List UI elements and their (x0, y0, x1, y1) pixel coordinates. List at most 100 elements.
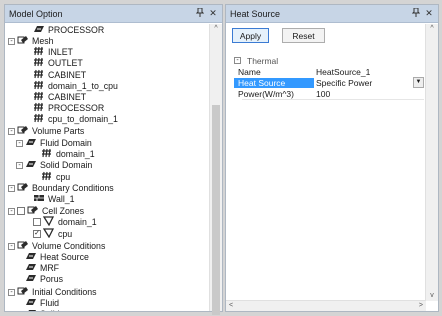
scrollbar-thumb[interactable] (212, 105, 220, 315)
scroll-down-icon[interactable]: v (426, 291, 438, 301)
part-icon (25, 137, 37, 149)
scroll-left-icon[interactable]: < (229, 301, 233, 311)
tree-node[interactable]: domain_1 (33, 216, 97, 228)
tree-node-label: Cell Zones (42, 206, 85, 216)
tree-node-label: Solid Domain (40, 160, 93, 170)
heat-source-titlebar: Heat Source ✕ (226, 5, 438, 23)
panel-title: Model Option (9, 8, 63, 19)
tree-vertical-scrollbar[interactable]: ^ (209, 24, 222, 315)
tree-node-label: PROCESSOR (48, 25, 105, 35)
tree-node[interactable]: ✓ cpu (33, 228, 72, 240)
tree-node-label: cpu_to_domain_1 (48, 114, 118, 124)
tree-node-label: domain_1 (56, 149, 95, 159)
app-root: Model Option ✕ PROCESSOR - Mesh INLET OUTLET… (0, 0, 442, 316)
checkbox-checked-icon[interactable]: ✓ (33, 230, 41, 238)
property-grid-divider (242, 99, 424, 100)
property-value-text: HeatSource_1 (316, 66, 371, 77)
tree-node-label: CABINET (48, 92, 87, 102)
tree-node[interactable]: Porus (25, 273, 63, 285)
tree-node[interactable]: cpu_to_domain_1 (33, 113, 118, 125)
property-key: Power(W/m^3) (238, 88, 294, 99)
zone-icon (42, 228, 55, 240)
tree-node-label: Fluid (40, 298, 60, 308)
property-key: Name (238, 66, 261, 77)
property-row[interactable]: Name HeatSource_1 (234, 66, 424, 77)
tree-node-label: Solid (40, 309, 60, 311)
model-option-panel: Model Option ✕ PROCESSOR - Mesh INLET OUTLET… (4, 4, 223, 315)
mesh-icon (33, 57, 45, 69)
property-row[interactable]: Power(W/m^3) 100 (234, 88, 424, 99)
part-icon (25, 308, 37, 311)
property-rows: Name HeatSource_1 Heat Source Specific Powe… (234, 66, 424, 99)
tree-node-label: INLET (48, 47, 73, 57)
tree-collapse-icon[interactable]: - (8, 127, 15, 135)
model-tree: PROCESSOR - Mesh INLET OUTLET CABINET domain_1… (5, 24, 210, 311)
dropdown-arrow-icon[interactable]: ▼ (413, 77, 424, 88)
tree-node[interactable]: - Volume Parts (8, 125, 84, 137)
folder-icon (17, 182, 29, 194)
tree-collapse-icon[interactable]: - (8, 242, 15, 250)
tree-node-label: CABINET (48, 70, 87, 80)
tree-node-label: domain_1 (58, 217, 97, 227)
tree-node-label: Boundary Conditions (32, 183, 114, 193)
property-key: Heat Source (234, 77, 314, 88)
tree-node[interactable]: - Solid Domain (16, 159, 92, 171)
model-option-titlebar: Model Option ✕ (5, 5, 222, 23)
property-value[interactable]: 100 (314, 89, 424, 99)
tree-collapse-icon[interactable]: - (8, 37, 15, 45)
tree-node[interactable]: OUTLET (33, 57, 83, 69)
part-icon (25, 273, 37, 285)
tree-collapse-icon[interactable]: - (8, 207, 15, 215)
tree-node-label: cpu (56, 172, 71, 182)
tree-node-label: Porus (40, 274, 63, 284)
tree-node-label: PROCESSOR (48, 103, 105, 113)
tree-node-label: Volume Parts (32, 126, 85, 136)
property-group-header[interactable]: - Thermal (234, 55, 424, 66)
folder-icon (17, 125, 29, 137)
properties-horizontal-scrollbar[interactable]: < > (226, 300, 426, 311)
property-row[interactable]: Heat Source Specific Power ▼ (234, 77, 424, 88)
tree-node-label: Wall_1 (48, 194, 75, 204)
property-value[interactable]: HeatSource_1 (314, 67, 424, 77)
tree-collapse-icon[interactable]: - (8, 288, 15, 296)
tree-collapse-icon[interactable]: - (8, 184, 15, 192)
property-value[interactable]: Specific Power ▼ (314, 77, 424, 88)
apply-button[interactable]: Apply (232, 28, 269, 43)
close-icon[interactable]: ✕ (208, 8, 218, 19)
scroll-right-icon[interactable]: > (419, 301, 423, 311)
tree-node-label: Mesh (32, 36, 54, 46)
scroll-up-icon[interactable]: ^ (426, 24, 438, 34)
part-icon (25, 159, 37, 171)
tree-node-label: Heat Source (40, 252, 89, 262)
pin-icon[interactable] (411, 7, 421, 19)
reset-button[interactable]: Reset (282, 28, 325, 43)
folder-icon (17, 35, 29, 47)
properties-vertical-scrollbar[interactable]: ^ v (425, 24, 438, 301)
checkbox-icon[interactable] (17, 207, 25, 215)
tree-node-label: Fluid Domain (40, 138, 92, 148)
close-icon[interactable]: ✕ (424, 8, 434, 19)
checkbox-icon[interactable] (33, 218, 41, 226)
scroll-up-icon[interactable]: ^ (210, 24, 222, 34)
group-collapse-icon[interactable]: - (234, 57, 241, 64)
tree-node-label: MRF (40, 263, 60, 273)
mesh-icon (33, 113, 45, 125)
tree-node-label: Initial Conditions (32, 287, 97, 297)
tree-node-label: Volume Conditions (32, 241, 106, 251)
tree-collapse-icon[interactable]: - (16, 139, 23, 147)
tree-node[interactable]: Wall_1 (33, 193, 75, 205)
wall-icon (33, 193, 45, 205)
property-value-text: 100 (316, 88, 331, 99)
tree-node-label: cpu (58, 229, 73, 239)
pin-icon[interactable] (195, 7, 205, 19)
tree-node-label: OUTLET (48, 58, 83, 68)
tree-node[interactable]: Solid (25, 308, 60, 311)
tree-node-label: domain_1_to_cpu (48, 81, 118, 91)
zone-icon (42, 216, 55, 228)
panel-title: Heat Source (230, 8, 281, 19)
group-label: Thermal (247, 55, 279, 66)
heat-source-panel: Heat Source ✕ Apply Reset - Thermal Name… (225, 4, 439, 312)
property-grid: - Thermal Name HeatSource_1 Heat Source Spe… (234, 55, 424, 100)
tree-collapse-icon[interactable]: - (16, 161, 23, 169)
property-value-text: Specific Power (316, 77, 373, 88)
